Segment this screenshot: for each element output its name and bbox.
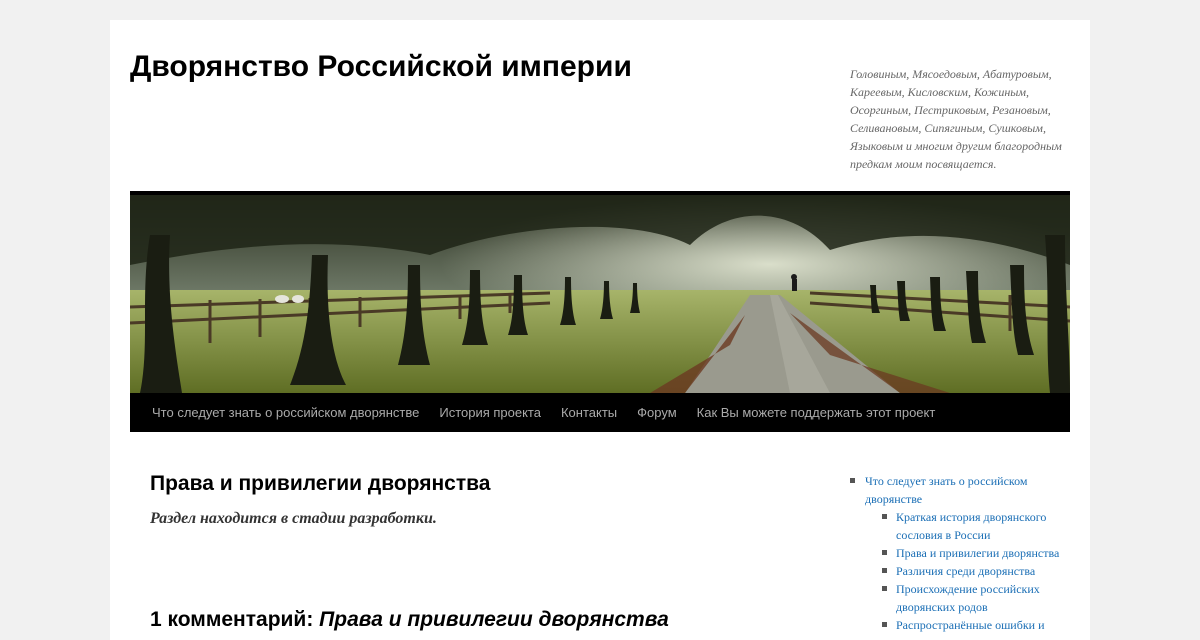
sidebar-subitem: Распространённые ошибки и: [865, 616, 1072, 634]
nav-item-contacts[interactable]: Контакты: [551, 393, 627, 432]
nav-item-support-project[interactable]: Как Вы можете поддержать этот проект: [687, 393, 946, 432]
sidebar-subitem: Краткая история дворянского сословия в Р…: [865, 508, 1072, 544]
header-image: [130, 195, 1070, 393]
sidebar-link[interactable]: Что следует знать о российском дворянств…: [865, 472, 1072, 508]
sidebar-subitem: Различия среди дворянства: [865, 562, 1072, 580]
sidebar-link[interactable]: Различия среди дворянства: [896, 562, 1072, 580]
nav-item-russian-nobility[interactable]: Что следует знать о российском дворянств…: [142, 393, 429, 432]
main-navigation: Что следует знать о российском дворянств…: [130, 393, 1070, 432]
sidebar-subitem: Происхождение российских дворянских родо…: [865, 580, 1072, 616]
sidebar-item-russian-nobility: Что следует знать о российском дворянств…: [850, 472, 1072, 634]
site-description: Головиным, Мясоедовым, Абатуровым, Карее…: [850, 67, 1062, 171]
sidebar-link[interactable]: Краткая история дворянского сословия в Р…: [896, 508, 1072, 544]
sidebar-link[interactable]: Происхождение российских дворянских родо…: [896, 580, 1072, 616]
nav-item-project-history[interactable]: История проекта: [429, 393, 551, 432]
development-note: Раздел находится в стадии разработки.: [150, 510, 437, 527]
comments-title: 1 комментарий: Права и привилегии дворян…: [150, 608, 669, 632]
page-title: Права и привилегии дворянства: [150, 472, 491, 495]
sidebar-link[interactable]: Распространённые ошибки и: [896, 616, 1072, 634]
site-title[interactable]: Дворянство Российской империи: [130, 50, 632, 84]
comments-post-title: Права и привилегии дворянства: [319, 608, 669, 631]
nav-item-forum[interactable]: Форум: [627, 393, 687, 432]
sidebar: Что следует знать о российском дворянств…: [850, 472, 1072, 634]
main-content: Права и привилегии дворянства Раздел нах…: [150, 460, 790, 631]
sidebar-link[interactable]: Права и привилегии дворянства: [896, 544, 1072, 562]
comments-count: 1 комментарий:: [150, 608, 320, 631]
sidebar-subitem: Права и привилегии дворянства: [865, 544, 1072, 562]
page-wrapper: Дворянство Российской империи Головиным,…: [110, 20, 1090, 640]
